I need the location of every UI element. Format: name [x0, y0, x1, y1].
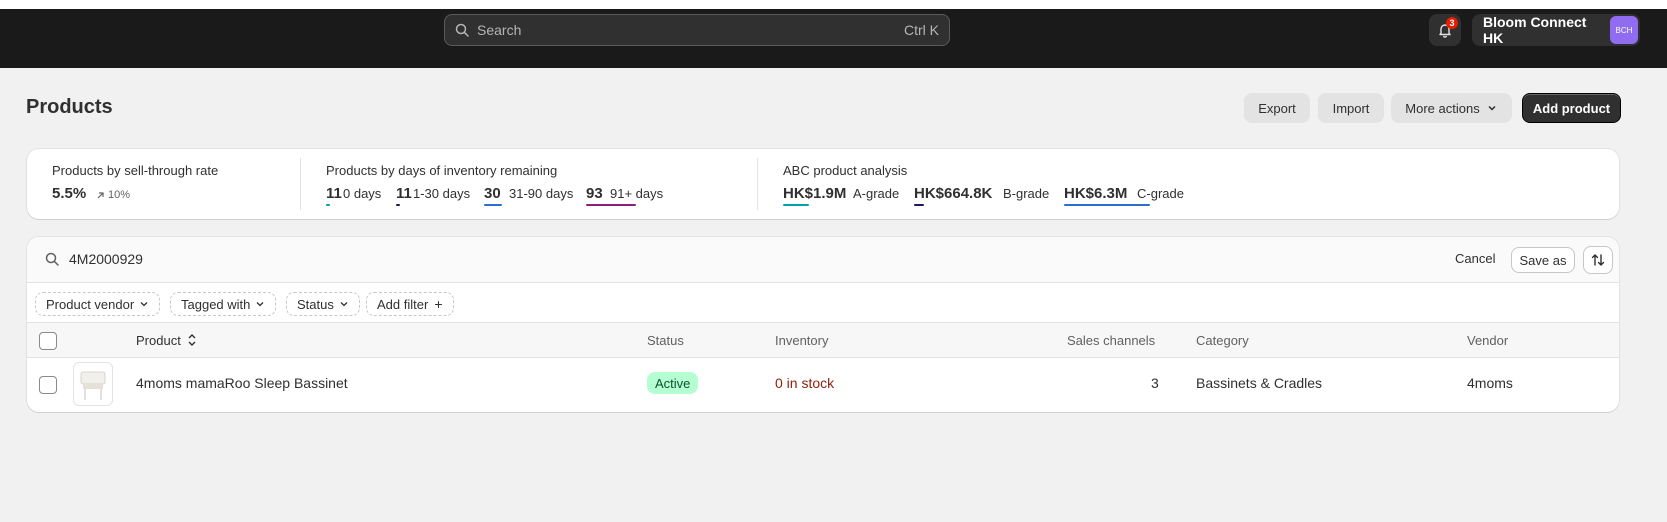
column-header-product[interactable]: Product [136, 333, 197, 348]
export-button[interactable]: Export [1244, 93, 1310, 123]
grade-value: HK$664.8K [914, 185, 993, 202]
search-shortcut: Ctrl K [904, 22, 939, 38]
more-actions-label: More actions [1405, 100, 1480, 116]
analytics-card: Products by sell-through rate 5.5% 10% P… [27, 149, 1619, 219]
filter-label: Add filter [377, 296, 429, 312]
grade-label: C-grade [1137, 186, 1184, 201]
column-header-inventory: Inventory [775, 333, 829, 348]
grade-underline [783, 204, 809, 206]
filter-label: Product vendor [46, 296, 135, 312]
grade-value: HK$1.9M [783, 185, 847, 202]
column-header-sales-channels: Sales channels [1067, 333, 1156, 348]
vendor-value: 4moms [1467, 375, 1513, 391]
column-header-status: Status [647, 333, 684, 348]
category-value: Bassinets & Cradles [1196, 375, 1323, 391]
arrow-up-right-icon [97, 192, 104, 199]
global-search[interactable]: Search Ctrl K [444, 14, 950, 46]
chevron-down-icon [340, 302, 348, 307]
grade-underline [914, 204, 924, 206]
sort-arrows-icon [1591, 254, 1605, 266]
bucket-underline [484, 204, 502, 206]
inventory-value: 0 in stock [775, 375, 835, 391]
search-placeholder: Search [477, 22, 522, 38]
plus-icon: + [434, 296, 443, 312]
filter-search-input[interactable]: 4M2000929 [69, 251, 143, 267]
bucket-label: 31-90 days [509, 186, 574, 201]
store-name: Bloom Connect HK [1483, 14, 1587, 46]
select-all-checkbox[interactable] [39, 332, 57, 350]
notifications-button[interactable]: 3 [1429, 14, 1461, 46]
bucket-underline [396, 204, 400, 206]
search-icon [45, 252, 59, 266]
search-filter-bar [27, 237, 1619, 283]
sell-through-label[interactable]: Products by sell-through rate [52, 163, 218, 178]
sell-through-change: 10% [108, 189, 131, 201]
product-thumbnail [73, 362, 113, 406]
metric-divider [300, 158, 301, 210]
filter-product-vendor[interactable]: Product vendor [35, 292, 161, 316]
bucket-label: 91+ days [610, 186, 664, 201]
sell-through-value: 5.5% [52, 185, 87, 202]
more-actions-button[interactable]: More actions [1391, 93, 1512, 123]
store-menu[interactable]: Bloom Connect HK BCH [1472, 14, 1640, 46]
filter-tagged-with[interactable]: Tagged with [170, 292, 277, 316]
days-inventory-label[interactable]: Products by days of inventory remaining [326, 163, 557, 178]
grade-underline [1064, 204, 1150, 206]
bucket-label: 0 days [343, 186, 382, 201]
save-as-button[interactable]: Save as [1511, 247, 1575, 273]
abc-analysis-label[interactable]: ABC product analysis [783, 163, 907, 178]
chevron-down-icon [140, 302, 148, 307]
grade-label: B-grade [1003, 186, 1050, 201]
bucket-count: 30 [484, 185, 501, 202]
add-product-button[interactable]: Add product [1522, 93, 1621, 123]
bucket-count: 11 [396, 185, 412, 202]
store-avatar: BCH [1610, 16, 1638, 44]
search-icon [455, 23, 469, 37]
add-filter-button[interactable]: Add filter + [366, 292, 454, 316]
chevron-down-icon [256, 302, 264, 307]
sort-button[interactable] [1583, 246, 1613, 274]
bucket-count: 11 [326, 185, 342, 202]
filter-label: Tagged with [181, 296, 251, 312]
bucket-count: 93 [586, 185, 603, 202]
chevron-down-icon [1488, 105, 1496, 111]
filter-status[interactable]: Status [286, 292, 360, 316]
metric-divider [757, 158, 758, 210]
bucket-underline [326, 204, 330, 206]
table-header: Product Status Inventory Sales channels … [27, 322, 1619, 358]
top-strip [0, 0, 1667, 9]
table-row[interactable]: 4moms mamaRoo Sleep Bassinet Active 0 in… [27, 358, 1619, 411]
cancel-button[interactable]: Cancel [1455, 251, 1495, 266]
sales-channels-value: 3 [1151, 375, 1159, 391]
row-checkbox[interactable] [39, 376, 57, 394]
column-header-category: Category [1196, 333, 1249, 348]
product-name[interactable]: 4moms mamaRoo Sleep Bassinet [136, 375, 348, 391]
grade-value: HK$6.3M [1064, 185, 1128, 202]
status-badge: Active [647, 372, 699, 394]
filter-label: Status [297, 296, 334, 312]
bucket-underline [586, 204, 636, 206]
grade-label: A-grade [853, 186, 900, 201]
bucket-label: 1-30 days [413, 186, 471, 201]
notification-badge: 3 [1446, 17, 1458, 29]
column-header-vendor: Vendor [1467, 333, 1509, 348]
page-title: Products [26, 96, 113, 118]
sort-icon [188, 334, 196, 346]
import-button[interactable]: Import [1318, 93, 1384, 123]
